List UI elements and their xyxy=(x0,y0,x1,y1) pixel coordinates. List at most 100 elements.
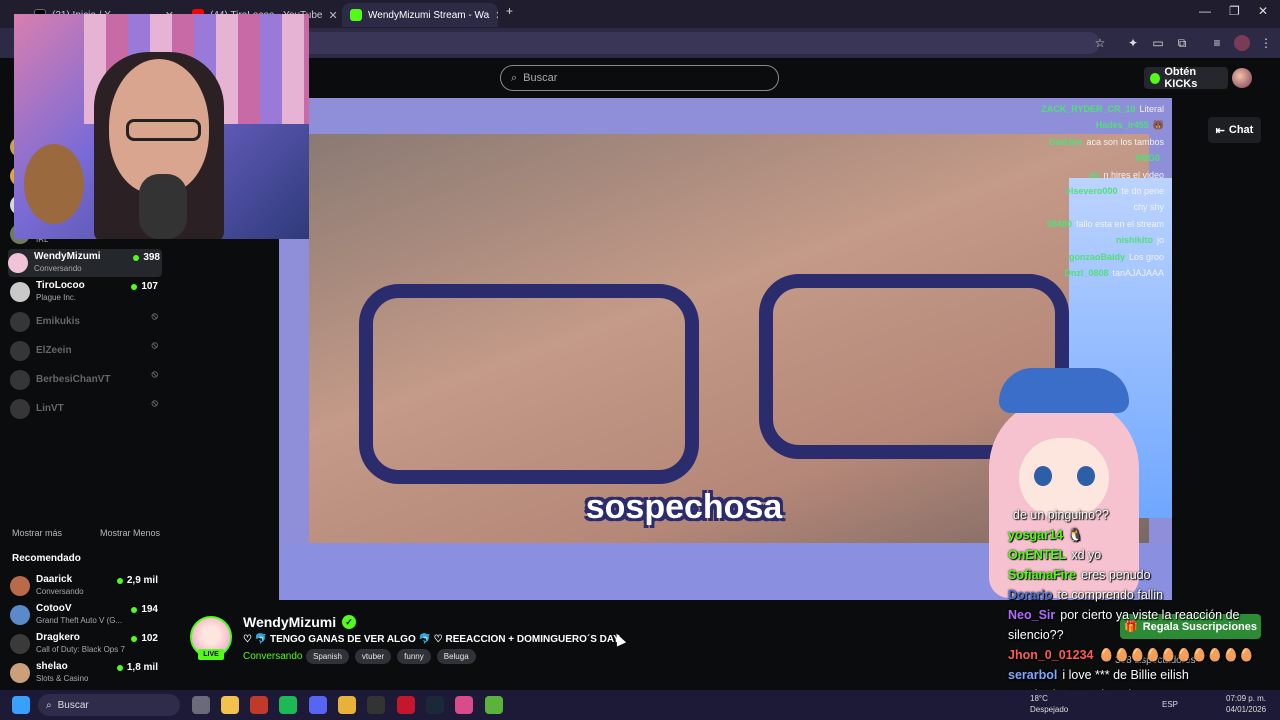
channel-category: Call of Duty: Black Ops 7 xyxy=(36,645,125,654)
chat-message-row: Neo_Sir por cierto ya viste la reacción d… xyxy=(1008,605,1270,645)
viewer-count: 1,8 mil xyxy=(117,662,158,673)
search-placeholder: Buscar xyxy=(523,72,558,84)
chat-message: xd yo xyxy=(1071,548,1102,562)
task-view-icon[interactable] xyxy=(192,696,210,714)
chat-username[interactable]: serarbol xyxy=(1008,668,1057,682)
maximize-icon[interactable]: ❐ xyxy=(1229,4,1240,18)
tag[interactable]: funny xyxy=(397,649,431,664)
windows-taskbar: ⌕ Buscar 18°C Despejado ESP 07:09 p. m. … xyxy=(0,690,1280,720)
chat-username[interactable]: Dorario xyxy=(1008,588,1052,602)
chrome-icon[interactable] xyxy=(338,696,356,714)
channel-avatar xyxy=(10,370,30,390)
recommended-channel[interactable]: Daarick Conversando 2,9 mil xyxy=(10,572,160,600)
chat-message-row: Dorario te comprendo fallin xyxy=(1008,585,1270,605)
get-kicks-button[interactable]: Obtén KICKs xyxy=(1144,66,1228,90)
profile-avatar[interactable] xyxy=(1234,35,1250,51)
close-window-icon[interactable]: ✕ xyxy=(1258,4,1268,18)
close-icon[interactable]: ✕ xyxy=(328,9,337,22)
chat-message: te do pene xyxy=(1121,185,1164,196)
channel-name: Emikukis xyxy=(36,316,80,327)
chat-username[interactable]: SofianaFire xyxy=(1008,568,1076,582)
chat-username[interactable]: OnENTEL xyxy=(1008,548,1066,562)
weather-temp: 18°C xyxy=(1030,694,1048,703)
file-explorer-icon[interactable] xyxy=(221,696,239,714)
close-icon[interactable]: ✕ xyxy=(495,9,498,22)
spotify-icon[interactable] xyxy=(279,696,297,714)
chat-username: gonzaoBaldy xyxy=(1068,251,1125,262)
chat-collapse-icon: ⇤ xyxy=(1215,124,1225,137)
tag[interactable]: vtuber xyxy=(354,649,392,664)
sidebar-channel[interactable]: TiroLocoo Plague Inc. 107 xyxy=(10,278,160,306)
recommended-channel[interactable]: CotooV Grand Theft Auto V (G... 194 xyxy=(10,601,160,629)
chat-username[interactable]: Neo_Sir xyxy=(1008,608,1055,622)
bookmark-star-icon[interactable]: ☆ xyxy=(1092,35,1108,51)
show-less-button[interactable]: Mostrar Menos xyxy=(100,528,160,538)
clock-time[interactable]: 07:09 p. m. xyxy=(1226,694,1266,703)
chat-username: ZACK_RYDER_CR_10 xyxy=(1041,104,1136,114)
puzzle-icon[interactable]: ⧉ xyxy=(1174,35,1190,51)
offline-icon: ⦸ xyxy=(151,398,158,409)
tag[interactable]: Beluga xyxy=(436,649,476,664)
chat-message-row: OnENTEL xd yo xyxy=(1008,545,1270,565)
tag[interactable]: Spanish xyxy=(306,649,349,664)
url-field[interactable] xyxy=(300,32,1100,54)
tab-search-icon[interactable]: ≡ xyxy=(1209,35,1225,51)
recommended-channel[interactable]: shelao Slots & Casino 1,8 mil xyxy=(10,659,160,687)
extension-icon[interactable]: ✦ xyxy=(1125,35,1141,51)
streamer-name[interactable]: WendyMizumi xyxy=(243,614,336,630)
viewer-count: 2,9 mil xyxy=(117,575,158,586)
weather-desc: Despejado xyxy=(1030,705,1069,714)
minimize-icon[interactable]: — xyxy=(1199,4,1211,18)
cast-icon[interactable]: ▭ xyxy=(1150,35,1166,51)
search-icon: ⌕ xyxy=(511,71,518,84)
menu-icon[interactable]: ⋮ xyxy=(1258,35,1274,51)
opera-icon[interactable] xyxy=(397,696,415,714)
channel-avatar xyxy=(10,576,30,596)
sidebar-channel[interactable]: BerbesiChanVT ⦸ xyxy=(10,366,160,394)
overlay-chat-line: as n hires el video xyxy=(959,170,1164,186)
vtuber-eye-right xyxy=(1077,466,1095,486)
overlay-chat-line: Hades_ir455 🐻 xyxy=(959,120,1164,136)
sidebar-channel[interactable]: LinVT ⦸ xyxy=(10,395,160,423)
video-app-icon[interactable] xyxy=(250,696,268,714)
stream-category[interactable]: Conversando xyxy=(243,651,302,662)
new-tab-button[interactable]: + xyxy=(506,4,513,18)
discord-icon[interactable] xyxy=(309,696,327,714)
steam-icon[interactable] xyxy=(426,696,444,714)
chat-message: de un pinguino?? xyxy=(1013,508,1109,522)
clock-date[interactable]: 04/01/2026 xyxy=(1226,705,1266,714)
minecraft-icon[interactable] xyxy=(485,696,503,714)
overlay-chat-line: Dnzl_0808 tanAJAJAAA xyxy=(959,268,1164,284)
windows-start-icon[interactable] xyxy=(12,696,30,714)
overlay-chat-line: ZACK_RYDER_CR_10 Literal xyxy=(959,104,1164,120)
tab-kick[interactable]: WendyMizumi Stream - Wa ✕ xyxy=(342,3,498,27)
chat-message: chy shy xyxy=(1133,202,1164,213)
channel-name: Dragkero xyxy=(36,632,80,643)
chat-username[interactable]: yosgar14 xyxy=(1008,528,1063,542)
channel-category: Conversando xyxy=(34,264,82,273)
chat-toggle-label: Chat xyxy=(1228,124,1254,136)
sidebar-channel[interactable]: Emikukis ⦸ xyxy=(10,308,160,336)
channel-name: WendyMizumi xyxy=(34,251,101,262)
recommended-title: Recomendado xyxy=(12,553,81,564)
obs-icon[interactable] xyxy=(367,696,385,714)
overlay-chat-line: Darkbin aca son los tambos xyxy=(959,137,1164,153)
overlay-chat-line: 0MG0 xyxy=(959,153,1164,169)
channel-avatar xyxy=(10,399,30,419)
chat-username[interactable]: Jhon_0_01234 xyxy=(1008,648,1093,662)
chat-username: Dnzl_0808 xyxy=(1064,267,1109,278)
search-input[interactable]: ⌕ Buscar xyxy=(500,65,779,91)
app-icon[interactable] xyxy=(455,696,473,714)
chat-toggle-button[interactable]: ⇤ Chat xyxy=(1208,117,1261,143)
recommended-channel[interactable]: Dragkero Call of Duty: Black Ops 7 102 xyxy=(10,630,160,658)
show-more-button[interactable]: Mostrar más xyxy=(12,528,62,538)
sidebar-channel[interactable]: ElZeein ⦸ xyxy=(10,337,160,365)
chat-message-row: de un pinguino?? xyxy=(1008,505,1270,525)
user-avatar[interactable] xyxy=(1232,68,1252,88)
tab-title: WendyMizumi Stream - Wa xyxy=(368,9,490,21)
sidebar-channel[interactable]: WendyMizumi Conversando 398 xyxy=(8,249,162,277)
taskbar-search[interactable]: ⌕ Buscar xyxy=(38,694,180,716)
offline-icon: ⦸ xyxy=(151,369,158,380)
language-indicator[interactable]: ESP xyxy=(1162,700,1178,709)
chat-messages: de un pinguino?? yosgar14 🐧 OnENTEL xd yo Sof… xyxy=(1008,505,1270,705)
